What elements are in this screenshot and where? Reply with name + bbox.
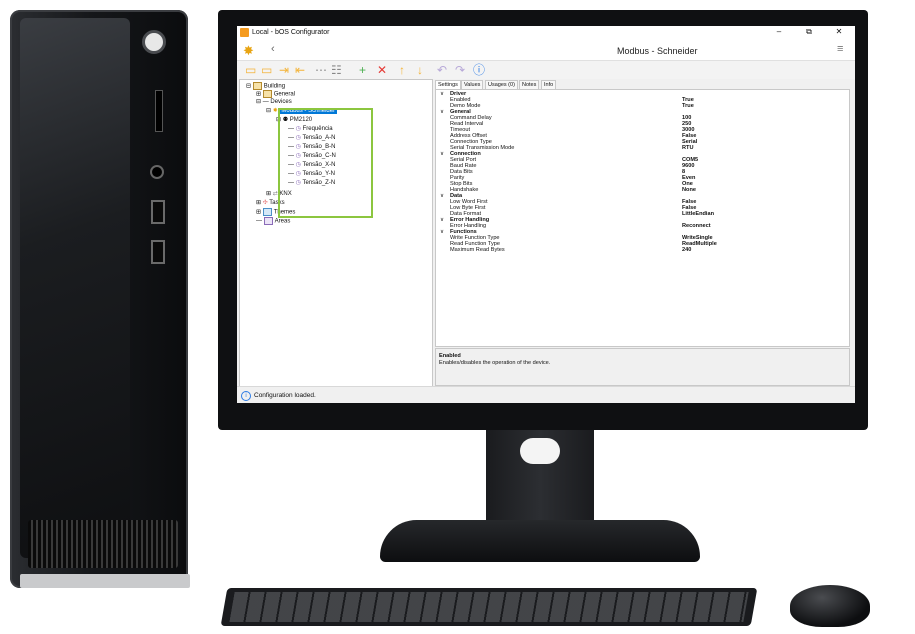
page-title: Modbus - Schneider xyxy=(617,46,698,56)
info-icon: i xyxy=(241,391,251,401)
open-icon[interactable]: ▭ xyxy=(261,63,272,77)
tab-usages[interactable]: Usages (0) xyxy=(485,80,518,89)
usb-port-icon xyxy=(151,240,165,264)
building-icon xyxy=(252,82,262,90)
new-icon[interactable]: ▭ xyxy=(245,63,256,77)
power-button-icon xyxy=(142,30,166,54)
audio-jack-icon xyxy=(150,165,164,179)
maximize-button[interactable]: ⧉ xyxy=(799,27,819,37)
tower-front-panel xyxy=(20,18,130,558)
redo-icon[interactable]: ↷ xyxy=(455,63,465,77)
add-icon[interactable]: + xyxy=(359,63,366,77)
monitor-foot xyxy=(380,520,700,562)
description-panel: Enabled Enables/disables the operation o… xyxy=(435,348,850,386)
more-icon[interactable]: ⋯ xyxy=(315,63,327,77)
monitor-cable-hole xyxy=(520,438,560,464)
toolbar: ▭ ▭ ⇥ ⇤ ⋯ ☷ + ✕ ↑ ↓ ↶ ↷ ⓘ xyxy=(237,61,855,79)
app-header: ✸ ‹ Modbus - Schneider ≡ xyxy=(237,40,855,61)
property-row[interactable]: Maximum Read Bytes 240 xyxy=(436,247,849,253)
tree-item-devices[interactable]: ⊟ — Devices xyxy=(256,98,292,106)
close-button[interactable]: ✕ xyxy=(829,27,849,36)
themes-icon xyxy=(262,208,272,216)
card-reader-slot xyxy=(155,90,163,132)
move-up-icon[interactable]: ↑ xyxy=(399,63,405,77)
delete-icon[interactable]: ✕ xyxy=(377,63,387,77)
minimize-button[interactable]: – xyxy=(769,27,789,36)
modbus-icon: ✸ xyxy=(272,108,278,114)
status-text: Configuration loaded. xyxy=(254,392,316,399)
import-icon[interactable]: ⇥ xyxy=(279,63,289,77)
title-bar: Local - bOS Configurator – ⧉ ✕ xyxy=(237,26,855,40)
hamburger-menu-icon[interactable]: ≡ xyxy=(837,43,843,55)
tab-values[interactable]: Values xyxy=(461,80,484,89)
window-title: Local - bOS Configurator xyxy=(252,29,330,36)
usb-port-icon xyxy=(151,200,165,224)
app-window: Local - bOS Configurator – ⧉ ✕ ✸ ‹ Modbu… xyxy=(237,26,855,403)
tab-bar: Settings Values Usages (0) Notes Info xyxy=(435,80,853,89)
back-button[interactable]: ‹ xyxy=(271,43,275,55)
selection-highlight xyxy=(278,108,373,218)
tab-notes[interactable]: Notes xyxy=(519,80,540,89)
general-icon xyxy=(262,90,272,98)
description-title: Enabled xyxy=(439,353,461,359)
undo-icon[interactable]: ↶ xyxy=(437,63,447,77)
bos-star-logo-icon: ✸ xyxy=(243,43,254,58)
mouse xyxy=(790,585,870,627)
status-bar: i Configuration loaded. xyxy=(237,386,855,403)
help-icon[interactable]: ⓘ xyxy=(473,63,485,77)
knx-icon: ⇄ xyxy=(272,191,278,197)
areas-icon xyxy=(263,217,273,225)
export-icon[interactable]: ⇤ xyxy=(295,63,305,77)
tower-base xyxy=(20,574,190,588)
tree-item-areas[interactable]: — Areas xyxy=(256,217,290,226)
tasks-icon: ✣ xyxy=(262,200,268,206)
move-down-icon[interactable]: ↓ xyxy=(417,63,423,77)
property-grid: ∨ Driver Enabled True Demo Mode True ∨ Gener… xyxy=(435,89,850,347)
project-tree: ⊟ Building ⊞ General ⊟ — Devices ⊟ ✸ Mod… xyxy=(239,79,433,387)
properties-icon[interactable]: ☷ xyxy=(331,63,342,77)
tower-vent-grille xyxy=(28,520,178,568)
tab-settings[interactable]: Settings xyxy=(435,80,461,89)
app-logo-icon xyxy=(240,28,249,37)
keyboard-keys xyxy=(229,592,749,622)
tab-info[interactable]: Info xyxy=(541,80,557,89)
description-text: Enables/disables the operation of the de… xyxy=(439,360,551,366)
